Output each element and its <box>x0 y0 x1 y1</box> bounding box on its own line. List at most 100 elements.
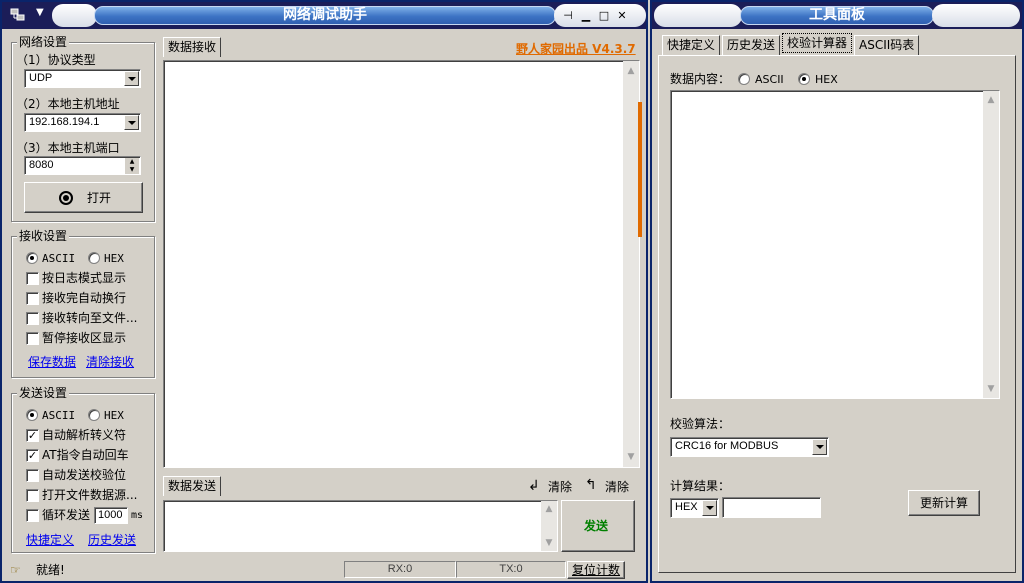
main-title: 网络调试助手 <box>94 6 556 25</box>
scroll-down-icon[interactable]: ▼ <box>623 449 639 465</box>
tab-history-label: 历史发送 <box>727 38 776 52</box>
save-data-link[interactable]: 保存数据 <box>28 353 76 370</box>
send-ascii-radio[interactable] <box>26 409 38 421</box>
send-scrollbar[interactable]: ▲ ▼ <box>541 501 557 551</box>
status-hand-icon: ☞ <box>10 563 21 577</box>
host-select[interactable]: 192.168.194.1 <box>24 113 141 132</box>
scroll-up-icon[interactable]: ▲ <box>541 501 557 517</box>
tab-ascii-table[interactable]: ASCII码表 <box>854 35 920 55</box>
tab-data-receive-label: 数据接收 <box>168 40 217 54</box>
receive-ascii-radio[interactable] <box>26 252 38 264</box>
chevron-down-icon[interactable] <box>702 500 717 516</box>
receive-auto-newline-checkbox[interactable] <box>26 292 39 305</box>
tool-title: 工具面板 <box>740 6 934 25</box>
loop-send-checkbox[interactable] <box>26 509 39 522</box>
protocol-select[interactable]: UDP <box>24 69 141 88</box>
receive-ascii-label: ASCII <box>42 252 76 265</box>
receive-hex-label: HEX <box>104 252 124 265</box>
tab-shortcut-label: 快捷定义 <box>667 38 716 52</box>
receive-pause-checkbox[interactable] <box>26 332 39 345</box>
scroll-down-icon[interactable]: ▼ <box>541 535 557 551</box>
brand-label[interactable]: 野人家园出品 V4.3.7 <box>516 40 636 57</box>
checksum-scrollbar[interactable]: ▲ ▼ <box>983 91 999 398</box>
clear-receive-link[interactable]: 清除接收 <box>86 353 134 370</box>
auto-checksum-label: 自动发送校验位 <box>42 468 127 482</box>
send-textarea[interactable]: ▲ ▼ <box>163 500 558 552</box>
result-value-field[interactable] <box>722 497 821 518</box>
open-button[interactable]: 打开 <box>24 182 143 213</box>
spin-down-icon[interactable]: ▼ <box>125 166 139 174</box>
receive-log-mode-label: 按日志模式显示 <box>42 271 127 285</box>
clear-arrow-icon[interactable]: ↲ <box>528 478 540 494</box>
checksum-data-textarea[interactable]: ▲ ▼ <box>670 90 1000 399</box>
send-ascii-label: ASCII <box>42 409 76 422</box>
host-label: （2）本地主机地址 <box>16 97 120 111</box>
chevron-down-icon[interactable] <box>812 439 827 455</box>
send-settings-title: 发送设置 <box>17 386 70 400</box>
record-icon <box>59 191 73 205</box>
reset-count-button[interactable]: 复位计数 <box>567 561 625 579</box>
clear-send-button-2[interactable]: 清除 <box>605 480 629 494</box>
tab-data-send-label: 数据发送 <box>168 479 217 493</box>
receive-pause-label: 暂停接收区显示 <box>42 331 127 345</box>
data-ascii-radio[interactable] <box>738 73 750 85</box>
escape-parse-checkbox[interactable]: ✓ <box>26 429 39 442</box>
tab-data-send[interactable]: 数据发送 <box>163 476 222 496</box>
tab-checksum-label: 校验计算器 <box>787 36 848 50</box>
data-ascii-label: ASCII <box>755 73 784 86</box>
algorithm-select[interactable]: CRC16 for MODBUS <box>670 437 829 457</box>
main-titlebar[interactable]: ▼ 网络调试助手 ⊣ ▁ □ ✕ <box>2 2 646 29</box>
data-content-label: 数据内容： <box>670 72 731 86</box>
chevron-down-icon[interactable] <box>124 115 139 130</box>
pin-icon[interactable]: ⊣ <box>560 8 576 23</box>
spin-up-icon[interactable]: ▲ <box>125 158 139 166</box>
receive-textarea[interactable]: ▲ ▼ <box>163 60 640 468</box>
recalculate-button[interactable]: 更新计算 <box>908 490 980 516</box>
data-hex-label: HEX <box>815 73 838 86</box>
reset-count-label: 复位计数 <box>572 563 621 577</box>
loop-unit-label: ms <box>131 510 144 521</box>
at-auto-cr-label: AT指令自动回车 <box>42 448 129 462</box>
shortcut-define-link[interactable]: 快捷定义 <box>26 531 74 548</box>
file-source-label: 打开文件数据源... <box>42 488 138 502</box>
chevron-down-icon[interactable] <box>124 71 139 86</box>
recalculate-label: 更新计算 <box>920 496 969 510</box>
tab-checksum[interactable]: 校验计算器 <box>782 33 853 53</box>
receive-log-mode-checkbox[interactable] <box>26 272 39 285</box>
scroll-up-icon[interactable]: ▲ <box>623 63 639 79</box>
receive-to-file-label: 接收转向至文件... <box>42 311 138 325</box>
result-label: 计算结果： <box>670 479 731 493</box>
minimize-icon[interactable]: ▁ <box>578 8 594 23</box>
send-hex-radio[interactable] <box>88 409 100 421</box>
result-format-value: HEX <box>675 501 698 513</box>
algorithm-value: CRC16 for MODBUS <box>675 440 779 452</box>
scroll-down-icon[interactable]: ▼ <box>983 381 999 397</box>
loop-send-label: 循环发送 <box>42 508 91 522</box>
port-spinner[interactable]: 8080 ▲ ▼ <box>24 156 141 175</box>
maximize-icon[interactable]: □ <box>596 8 612 23</box>
loop-interval-value: 1000 <box>98 509 123 521</box>
data-hex-radio[interactable] <box>798 73 810 85</box>
scroll-up-icon[interactable]: ▲ <box>983 92 999 108</box>
clear-up-arrow-icon[interactable]: ↰ <box>585 477 597 493</box>
tool-titlebar[interactable]: 工具面板 <box>652 2 1022 29</box>
at-auto-cr-checkbox[interactable]: ✓ <box>26 449 39 462</box>
file-source-checkbox[interactable] <box>26 489 39 502</box>
port-label: （3）本地主机端口 <box>16 141 120 155</box>
menu-dropdown-icon[interactable]: ▼ <box>36 7 44 18</box>
tab-shortcut[interactable]: 快捷定义 <box>662 35 721 55</box>
history-send-link[interactable]: 历史发送 <box>88 531 136 548</box>
receive-scrollbar[interactable]: ▲ ▼ <box>623 61 639 467</box>
network-app-icon[interactable] <box>10 8 26 22</box>
result-format-select[interactable]: HEX <box>670 498 719 518</box>
receive-hex-radio[interactable] <box>88 252 100 264</box>
send-button[interactable]: 发送 <box>561 500 635 552</box>
tab-history[interactable]: 历史发送 <box>722 35 781 55</box>
close-icon[interactable]: ✕ <box>614 8 630 23</box>
auto-checksum-checkbox[interactable] <box>26 469 39 482</box>
tab-data-receive[interactable]: 数据接收 <box>163 37 222 57</box>
receive-to-file-checkbox[interactable] <box>26 312 39 325</box>
clear-send-button-1[interactable]: 清除 <box>548 480 572 494</box>
port-value: 8080 <box>29 159 54 171</box>
loop-interval-input[interactable]: 1000 <box>94 507 128 524</box>
